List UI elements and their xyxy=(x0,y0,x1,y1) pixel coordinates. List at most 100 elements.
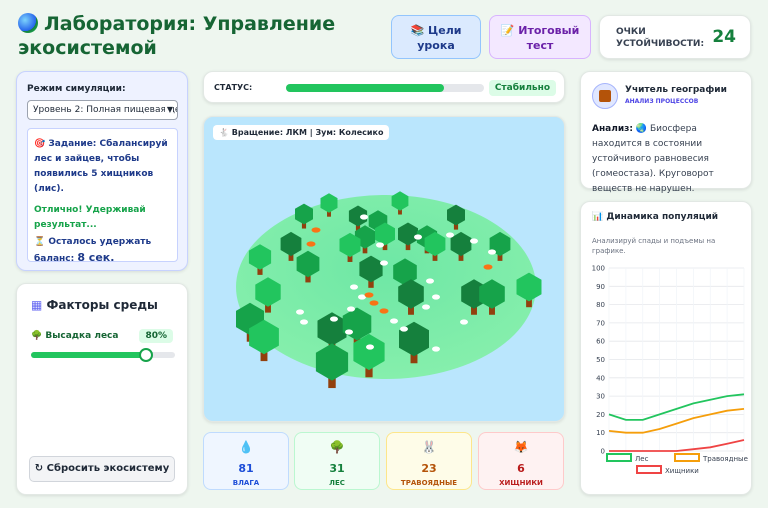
task-text-value: Задание: Сбалансируй лес и зайцев, чтобы… xyxy=(34,139,168,194)
stat-herbivores-label: ТРАВОЯДНЫЕ xyxy=(400,479,458,487)
reset-ecosystem-button[interactable]: ↻ Сбросить экосистему xyxy=(29,456,175,482)
simulation-mode-label: Режим симуляции: xyxy=(27,84,126,94)
forest-planting-slider[interactable] xyxy=(31,348,175,362)
score-value: 24 xyxy=(712,27,736,47)
legend-label: Лес xyxy=(635,455,649,463)
forest-planting-label-text: Высадка леса xyxy=(45,331,119,341)
rabbit xyxy=(345,329,353,335)
teacher-name: Учитель географии xyxy=(625,85,727,95)
rabbit xyxy=(380,260,388,266)
y-tick-label: 0 xyxy=(601,448,605,456)
rabbit xyxy=(366,344,374,350)
grid-icon: ▦ xyxy=(31,298,43,312)
fox-icon: 🦊 xyxy=(513,440,529,454)
rabbit xyxy=(432,294,440,300)
fox xyxy=(311,227,321,233)
rabbit xyxy=(296,309,304,315)
y-tick-label: 20 xyxy=(596,411,605,419)
environment-factors-panel: ▦ Факторы среды 🌳 Высадка леса 80% ↻ Сбр… xyxy=(16,283,188,495)
rabbit xyxy=(330,316,338,322)
status-panel: СТАТУС: Стабильно xyxy=(203,71,565,103)
simulation-mode-value: Уровень 2: Полная пищевая цепь xyxy=(33,105,178,115)
refresh-icon: ↻ xyxy=(34,463,44,474)
final-test-button[interactable]: 📝 Итоговый тест xyxy=(489,15,591,59)
lesson-goals-button[interactable]: 📚 Цели урока xyxy=(391,15,481,59)
teacher-panel: Учитель географии АНАЛИЗ ПРОЦЕССОВ Анали… xyxy=(580,71,752,194)
teacher-role: АНАЛИЗ ПРОЦЕССОВ xyxy=(625,98,699,105)
legend-swatch xyxy=(674,453,700,462)
y-tick-label: 80 xyxy=(596,301,605,309)
book-icon: 📚 xyxy=(410,24,425,37)
fox xyxy=(379,308,389,314)
remaining-text: ⏳ Осталось удержать баланс: 8 сек. xyxy=(34,235,171,267)
legend-swatch xyxy=(636,465,662,474)
rabbit xyxy=(426,278,434,284)
rabbit xyxy=(422,304,430,310)
rabbit xyxy=(414,234,422,240)
forest-planting-value: 80% xyxy=(139,329,173,343)
rabbit-icon: 🐇 xyxy=(219,128,229,137)
environment-factors-title: ▦ Факторы среды xyxy=(31,298,158,312)
population-chart-panel: 📊 Динамика популяций Анализируй спады и … xyxy=(580,201,752,495)
y-tick-label: 40 xyxy=(596,374,605,382)
fox xyxy=(364,292,374,298)
task-box: 🎯 Задание: Сбалансируй лес и зайцев, что… xyxy=(27,128,178,264)
droplet-icon: 💧 xyxy=(238,440,254,454)
rabbit xyxy=(300,319,308,325)
rabbit xyxy=(350,284,358,290)
task-text: 🎯 Задание: Сбалансируй лес и зайцев, что… xyxy=(34,137,171,197)
y-tick-label: 90 xyxy=(596,283,605,291)
fox xyxy=(306,241,316,247)
stat-predators: 🦊 6 ХИЩНИКИ xyxy=(478,432,564,490)
status-progress-fill xyxy=(286,84,445,92)
population-line-chart: 0 10 20 30 40 50 60 70 80 90 100 Лес ТравоядныеХищни… xyxy=(592,265,748,476)
rabbit xyxy=(470,238,478,244)
legend-swatch xyxy=(606,453,632,462)
memo-icon: 📝 xyxy=(500,24,515,37)
rabbit xyxy=(432,346,440,352)
y-tick-label: 10 xyxy=(596,429,605,437)
legend-label: Хищники xyxy=(665,467,699,475)
analysis-label: Анализ: xyxy=(592,124,633,134)
hourglass-icon: ⏳ xyxy=(34,237,46,247)
stat-herbivores-value: 23 xyxy=(421,462,437,475)
teacher-icon xyxy=(599,90,611,102)
stat-predators-label: ХИЩНИКИ xyxy=(499,479,543,487)
page-title-text: Лаборатория: Управление экосистемой xyxy=(18,13,336,59)
stat-water: 💧 81 ВЛАГА xyxy=(203,432,289,490)
success-text: Отлично! Удерживай результат... xyxy=(34,205,146,230)
target-icon: 🎯 xyxy=(34,139,46,149)
y-tick-label: 30 xyxy=(596,393,605,401)
fox xyxy=(483,264,493,270)
ecosystem-scene xyxy=(236,191,542,389)
simulation-mode-select[interactable]: Уровень 2: Полная пищевая цепь ▼ xyxy=(27,100,178,120)
stat-water-value: 81 xyxy=(238,462,254,475)
slider-fill xyxy=(31,352,147,358)
stat-herbivores: 🐰 23 ТРАВОЯДНЫЕ xyxy=(386,432,472,490)
slider-thumb[interactable] xyxy=(139,348,154,362)
status-progress-bar xyxy=(286,84,484,92)
tree-icon: 🌳 xyxy=(329,440,345,454)
rabbit xyxy=(347,306,355,312)
score-label: ОЧКИ УСТОЙЧИВОСТИ: xyxy=(616,27,705,49)
analysis-body: Биосфера находится в состоянии устойчиво… xyxy=(592,124,714,194)
stat-predators-value: 6 xyxy=(517,462,525,475)
stat-water-label: ВЛАГА xyxy=(232,479,260,487)
rabbit xyxy=(376,242,384,248)
chevron-down-icon: ▼ xyxy=(164,101,173,119)
ecosystem-3d-view[interactable]: 🐇 Вращение: ЛКМ | Зум: Колесико xyxy=(203,116,565,422)
legend-label: Травоядные xyxy=(702,455,748,463)
rabbit xyxy=(460,319,468,325)
stat-forest-label: ЛЕС xyxy=(329,479,345,487)
globe-icon: 🌏 xyxy=(635,124,648,134)
y-tick-label: 100 xyxy=(592,265,605,273)
globe-icon xyxy=(18,13,38,33)
rabbit xyxy=(360,214,368,220)
environment-factors-title-text: Факторы среды xyxy=(46,298,158,312)
analysis-text: Анализ: 🌏 Биосфера находится в состоянии… xyxy=(592,122,746,197)
simulation-mode-panel: Режим симуляции: Уровень 2: Полная пищев… xyxy=(16,71,188,271)
rabbit xyxy=(400,326,408,332)
controls-hint: 🐇 Вращение: ЛКМ | Зум: Колесико xyxy=(213,125,390,140)
fox xyxy=(369,300,379,306)
rabbit-icon: 🐰 xyxy=(421,440,437,454)
